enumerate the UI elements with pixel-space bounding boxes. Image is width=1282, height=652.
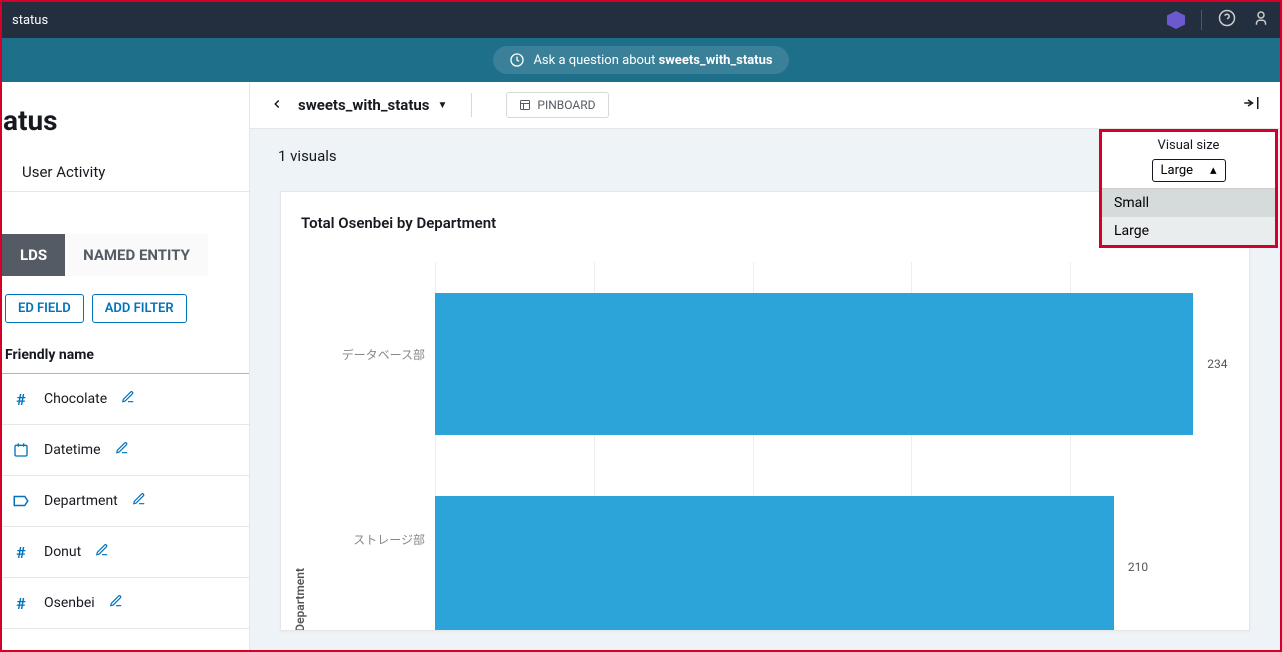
ask-question-pill[interactable]: Ask a question about sweets_with_status (493, 46, 788, 74)
field-row-chocolate[interactable]: # Chocolate (2, 374, 249, 425)
user-icon[interactable] (1252, 9, 1270, 31)
calculated-field-button[interactable]: ED FIELD (5, 294, 84, 323)
header-title-fragment: status (12, 13, 48, 28)
field-row-osenbei[interactable]: # Osenbei (2, 578, 249, 629)
field-label: Osenbei (44, 595, 95, 611)
collapse-panel-icon[interactable] (1242, 94, 1260, 117)
number-icon: # (12, 390, 30, 408)
number-icon: # (12, 594, 30, 612)
back-chevron-icon[interactable] (270, 95, 284, 116)
friendly-name-header: Friendly name (2, 337, 249, 374)
left-sidebar: atus User Activity LDS NAMED ENTITY ED F… (2, 82, 250, 650)
caret-up-icon: ▴ (1210, 163, 1217, 178)
bar-0[interactable] (435, 293, 1193, 435)
chart-title: Total Osenbei by Department (301, 214, 1229, 232)
ask-prefix: Ask a question about (533, 53, 655, 68)
content-area: sweets_with_status ▼ PINBOARD 1 visuals … (250, 82, 1280, 650)
visual-size-select[interactable]: Large ▴ (1152, 159, 1226, 182)
field-row-donut[interactable]: # Donut (2, 527, 249, 578)
edit-icon[interactable] (132, 492, 146, 510)
caret-down-icon: ▼ (438, 100, 448, 111)
header-divider (1201, 10, 1202, 30)
chart-plot-area: 234 210 (435, 262, 1229, 631)
visual-size-label: Visual size (1102, 132, 1275, 157)
field-label: Donut (44, 544, 81, 560)
edit-icon[interactable] (95, 543, 109, 561)
ask-topic: sweets_with_status (659, 53, 773, 68)
edit-icon[interactable] (109, 594, 123, 612)
visual-size-option-small[interactable]: Small (1102, 189, 1275, 217)
visual-size-option-large[interactable]: Large (1102, 217, 1275, 245)
edit-icon[interactable] (115, 441, 129, 459)
y-axis-label: Department (283, 568, 317, 631)
field-row-department[interactable]: Department (2, 476, 249, 527)
bar-value-1: 210 (1128, 560, 1148, 574)
field-label: Department (44, 493, 118, 509)
q-hex-icon[interactable] (1167, 11, 1185, 29)
field-row-datetime[interactable]: Datetime (2, 425, 249, 476)
add-filter-button[interactable]: ADD FILTER (92, 294, 187, 323)
number-icon: # (12, 543, 30, 561)
subtab-fields[interactable]: LDS (2, 234, 65, 276)
help-icon[interactable] (1218, 9, 1236, 31)
chart-card: Total Osenbei by Department Department デ… (280, 191, 1250, 631)
field-label: Datetime (44, 442, 101, 458)
calendar-icon (12, 441, 30, 459)
breadcrumb-topic[interactable]: sweets_with_status ▼ (298, 96, 447, 114)
category-label-1: ストレージ部 (301, 447, 425, 631)
field-label: Chocolate (44, 391, 107, 407)
pin-icon (519, 99, 531, 111)
visual-size-panel: Visual size Large ▴ Small Large (1099, 129, 1278, 248)
bar-1[interactable] (435, 496, 1114, 632)
category-label-0: データベース部 (301, 262, 425, 447)
header-divider (471, 93, 472, 117)
subtab-named-entity[interactable]: NAMED ENTITY (65, 234, 208, 276)
edit-icon[interactable] (121, 390, 135, 408)
top-app-header: status (2, 2, 1280, 38)
pinboard-button[interactable]: PINBOARD (506, 92, 608, 118)
tab-user-activity[interactable]: User Activity (2, 153, 125, 191)
tag-icon (12, 492, 30, 510)
bar-value-0: 234 (1207, 357, 1227, 371)
content-header: sweets_with_status ▼ PINBOARD (250, 82, 1280, 129)
ask-question-banner: Ask a question about sweets_with_status (2, 38, 1280, 82)
q-circle-icon (509, 52, 525, 68)
topic-title-fragment: atus (2, 82, 249, 153)
